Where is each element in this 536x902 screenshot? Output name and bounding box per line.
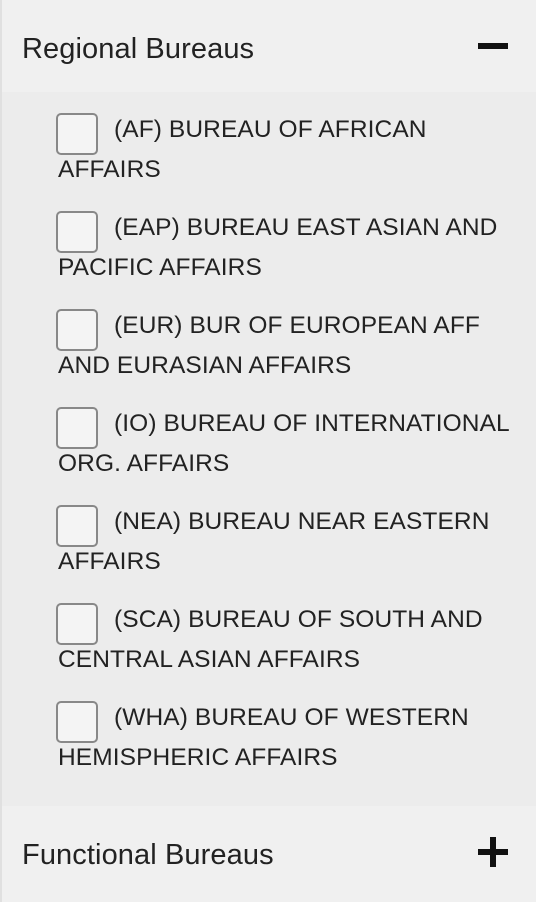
list-item-eap: (EAP) BUREAU EAST ASIAN AND PACIFIC AFFA… [2, 208, 536, 306]
checkbox-eap[interactable] [56, 211, 98, 253]
checkbox-nea[interactable] [56, 505, 98, 547]
list-item-io: (IO) BUREAU OF INTERNATIONAL ORG. AFFAIR… [2, 404, 536, 502]
item-label-af[interactable]: (AF) BUREAU OF AFRICAN AFFAIRS [58, 110, 516, 190]
minus-icon[interactable] [478, 31, 508, 61]
list-item-nea: (NEA) BUREAU NEAR EASTERN AFFAIRS [2, 502, 536, 600]
plus-icon[interactable] [478, 837, 508, 867]
list-item-eur: (EUR) BUR OF EUROPEAN AFF AND EURASIAN A… [2, 306, 536, 404]
regional-bureaus-header[interactable]: Regional Bureaus [2, 0, 536, 92]
checkbox-sca[interactable] [56, 603, 98, 645]
list-item-af: (AF) BUREAU OF AFRICAN AFFAIRS [2, 110, 536, 208]
regional-bureaus-title: Regional Bureaus [22, 32, 255, 65]
list-item-sca: (SCA) BUREAU OF SOUTH AND CENTRAL ASIAN … [2, 600, 536, 698]
item-label-nea[interactable]: (NEA) BUREAU NEAR EASTERN AFFAIRS [58, 502, 516, 582]
item-label-eap[interactable]: (EAP) BUREAU EAST ASIAN AND PACIFIC AFFA… [58, 208, 516, 288]
checkbox-io[interactable] [56, 407, 98, 449]
checkbox-wha[interactable] [56, 701, 98, 743]
functional-bureaus-title: Functional Bureaus [22, 838, 274, 871]
item-label-wha[interactable]: (WHA) BUREAU OF WESTERN HEMISPHERIC AFFA… [58, 698, 516, 778]
regional-bureaus-list: (AF) BUREAU OF AFRICAN AFFAIRS (EAP) BUR… [2, 92, 536, 806]
item-label-io[interactable]: (IO) BUREAU OF INTERNATIONAL ORG. AFFAIR… [58, 404, 516, 484]
checkbox-af[interactable] [56, 113, 98, 155]
list-item-wha: (WHA) BUREAU OF WESTERN HEMISPHERIC AFFA… [2, 698, 536, 796]
checkbox-eur[interactable] [56, 309, 98, 351]
item-label-sca[interactable]: (SCA) BUREAU OF SOUTH AND CENTRAL ASIAN … [58, 600, 516, 680]
functional-bureaus-header[interactable]: Functional Bureaus [2, 806, 536, 898]
bureau-filter-panel: Regional Bureaus (AF) BUREAU OF AFRICAN … [0, 0, 536, 902]
item-label-eur[interactable]: (EUR) BUR OF EUROPEAN AFF AND EURASIAN A… [58, 306, 516, 386]
